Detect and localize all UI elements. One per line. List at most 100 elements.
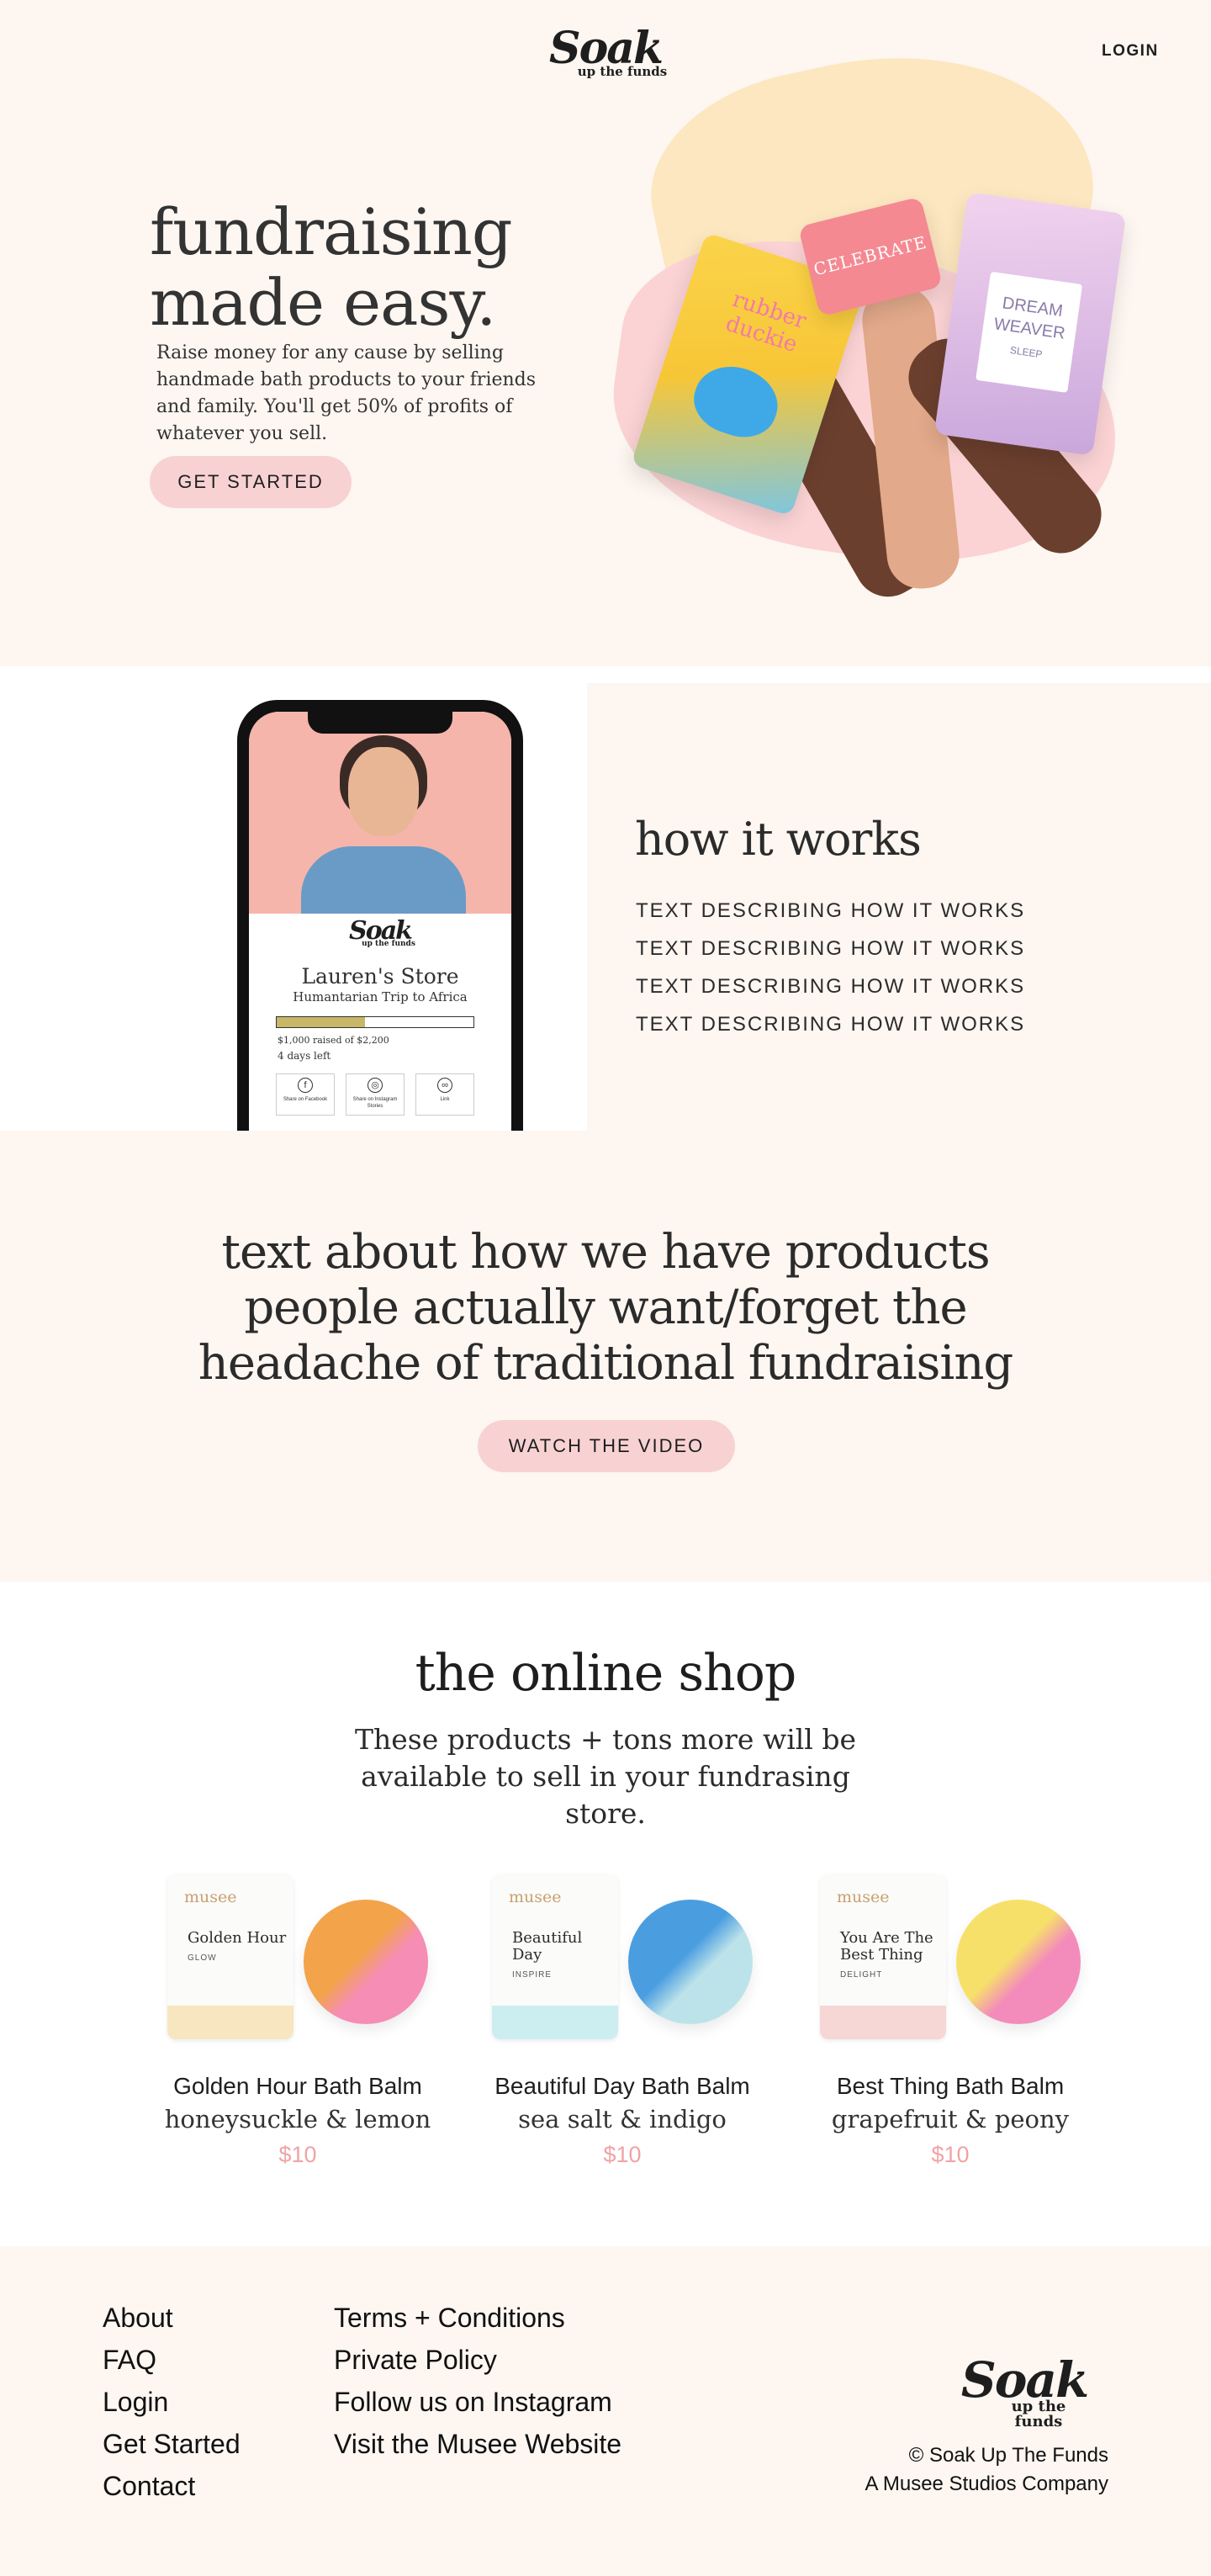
promo-section: text about how we have products people a…: [0, 1131, 1211, 1582]
tube-name-text: Golden Hour: [188, 1929, 287, 1947]
product-name[interactable]: Golden Hour Bath Balm: [138, 2073, 457, 2100]
product-tube: musee Beautiful Day INSPIRE: [492, 1874, 618, 2039]
footer-item: Follow us on Instagram: [334, 2381, 621, 2423]
hero-description: Raise money for any cause by selling han…: [156, 342, 537, 444]
days-left: 4 days left: [278, 1050, 331, 1062]
footer-link-instagram[interactable]: Follow us on Instagram: [334, 2387, 612, 2417]
tube-tag: DELIGHT: [840, 1970, 883, 1980]
footer-link-about[interactable]: About: [103, 2303, 173, 2333]
tube-product-name: Beautiful Day INSPIRE: [512, 1930, 613, 1984]
how-it-works-title: how it works: [635, 813, 922, 866]
hero-title: fundraising made easy.: [150, 194, 513, 340]
footer-link-musee[interactable]: Visit the Musee Website: [334, 2429, 621, 2459]
hero-section: Soak up the funds LOGIN fundraising made…: [0, 0, 1211, 666]
tube-name-text: You Are The Best Thing: [840, 1929, 933, 1964]
footer-links-secondary: Terms + Conditions Private Policy Follow…: [334, 2297, 621, 2465]
dream-weaver-line3: SLEEP: [1009, 344, 1044, 361]
product-price: $10: [278, 2142, 317, 2167]
bath-bomb-image: [628, 1900, 753, 2024]
watch-video-button[interactable]: WATCH THE VIDEO: [478, 1420, 735, 1472]
product-card[interactable]: musee You Are The Best Thing DELIGHT Bes…: [791, 1874, 1110, 2168]
footer-links-primary: About FAQ Login Get Started Contact: [103, 2297, 241, 2507]
tube-product-name: Golden Hour GLOW: [188, 1930, 288, 1967]
hero-title-line1: fundraising: [150, 194, 513, 269]
how-step: TEXT DESCRIBING HOW IT WORKS: [636, 899, 1026, 922]
product-price: $10: [931, 2142, 970, 2167]
copyright-text: © Soak Up The Funds: [908, 2444, 1108, 2467]
product-image[interactable]: musee You Are The Best Thing DELIGHT: [820, 1874, 1081, 2043]
get-started-button[interactable]: GET STARTED: [150, 456, 352, 508]
how-step: TEXT DESCRIBING HOW IT WORKS: [636, 1013, 1026, 1036]
footer-item: Visit the Musee Website: [334, 2423, 621, 2465]
footer-link-faq[interactable]: FAQ: [103, 2345, 156, 2375]
how-it-works-section: Soak up the funds Lauren's Store Humanta…: [0, 666, 1211, 1131]
product-card[interactable]: musee Golden Hour GLOW Golden Hour Bath …: [138, 1874, 457, 2168]
product-name[interactable]: Best Thing Bath Balm: [791, 2073, 1110, 2100]
footer-item: FAQ: [103, 2339, 241, 2381]
footer-link-login[interactable]: Login: [103, 2387, 168, 2417]
product-scent: sea salt & indigo: [518, 2105, 727, 2133]
footer-link-get-started[interactable]: Get Started: [103, 2429, 241, 2459]
footer-item: Contact: [103, 2465, 241, 2507]
share-link-button[interactable]: ∞ Link: [415, 1073, 474, 1116]
product-scent: grapefruit & peony: [831, 2105, 1070, 2133]
footer-link-terms[interactable]: Terms + Conditions: [334, 2303, 565, 2333]
footer-item: Login: [103, 2381, 241, 2423]
phone-notch: [308, 712, 452, 734]
share-facebook-button[interactable]: f Share on Facebook: [276, 1073, 335, 1116]
musee-brand-label: musee: [837, 1888, 890, 1906]
product-card[interactable]: musee Beautiful Day INSPIRE Beautiful Da…: [463, 1874, 782, 2168]
musee-brand-label: musee: [184, 1888, 237, 1906]
shop-subtitle: These products + tons more will be avail…: [354, 1723, 856, 1830]
hero-product-image: rubber duckie CELEBRATE DREAM WEAVER SLE…: [595, 16, 1138, 623]
share-instagram-button[interactable]: ◎ Share on Instagram Stories: [346, 1073, 405, 1116]
share-buttons: f Share on Facebook ◎ Share on Instagram…: [276, 1073, 474, 1116]
how-step: TEXT DESCRIBING HOW IT WORKS: [636, 937, 1026, 960]
tube-band: [167, 2006, 293, 2039]
product-image[interactable]: musee Beautiful Day INSPIRE: [492, 1874, 753, 2043]
product-tube: musee Golden Hour GLOW: [167, 1874, 293, 2039]
tube-product-name: You Are The Best Thing DELIGHT: [840, 1930, 941, 1984]
tube-band: [820, 2006, 946, 2039]
tube-band: [492, 2006, 618, 2039]
tube-tag: GLOW: [188, 1953, 217, 1963]
footer-link-privacy[interactable]: Private Policy: [334, 2345, 497, 2375]
dream-weaver-label: DREAM WEAVER SLEEP: [976, 271, 1083, 393]
footer-item: Private Policy: [334, 2339, 621, 2381]
how-step: TEXT DESCRIBING HOW IT WORKS: [636, 975, 1026, 998]
duck-icon: [685, 356, 787, 447]
shop-title: the online shop: [415, 1644, 797, 1703]
facebook-icon: f: [298, 1078, 313, 1093]
product-tube: musee You Are The Best Thing DELIGHT: [820, 1874, 946, 2039]
product-image[interactable]: musee Golden Hour GLOW: [167, 1874, 428, 2043]
instagram-icon: ◎: [368, 1078, 383, 1093]
footer-logo[interactable]: Soak up the funds: [957, 2356, 1092, 2430]
phone-mockup: Soak up the funds Lauren's Store Humanta…: [237, 700, 523, 1131]
amount-raised: $1,000 raised of $2,200: [278, 1035, 389, 1046]
fundraising-progress-bar: [276, 1016, 474, 1028]
store-subtitle: Humantarian Trip to Africa: [293, 989, 468, 1004]
share-instagram-label: Share on Instagram Stories: [352, 1097, 398, 1109]
footer-link-contact[interactable]: Contact: [103, 2471, 195, 2501]
person-shirt: [301, 846, 466, 914]
product-scent: honeysuckle & lemon: [164, 2105, 431, 2133]
footer-item: Terms + Conditions: [334, 2297, 621, 2339]
store-name: Lauren's Store: [301, 964, 459, 989]
footer-item: About: [103, 2297, 241, 2339]
product-price: $10: [603, 2142, 642, 2167]
bath-bomb-image: [304, 1900, 428, 2024]
site-footer: About FAQ Login Get Started Contact Term…: [0, 2246, 1211, 2576]
share-facebook-label: Share on Facebook: [283, 1097, 328, 1102]
footer-item: Get Started: [103, 2423, 241, 2465]
hero-title-line2: made easy.: [150, 265, 496, 340]
bath-bomb-image: [956, 1900, 1081, 2024]
musee-brand-label: musee: [509, 1888, 562, 1906]
link-icon: ∞: [437, 1078, 452, 1093]
online-shop-section: the online shop These products + tons mo…: [0, 1582, 1211, 2246]
how-it-works-steps: TEXT DESCRIBING HOW IT WORKS TEXT DESCRI…: [636, 892, 1025, 1043]
dream-weaver-bag: DREAM WEAVER SLEEP: [933, 192, 1127, 456]
product-name[interactable]: Beautiful Day Bath Balm: [463, 2073, 782, 2100]
tube-tag: INSPIRE: [512, 1970, 553, 1980]
footer-copyright: © Soak Up The Funds A Musee Studios Comp…: [865, 2441, 1109, 2499]
company-text: A Musee Studios Company: [865, 2473, 1109, 2495]
